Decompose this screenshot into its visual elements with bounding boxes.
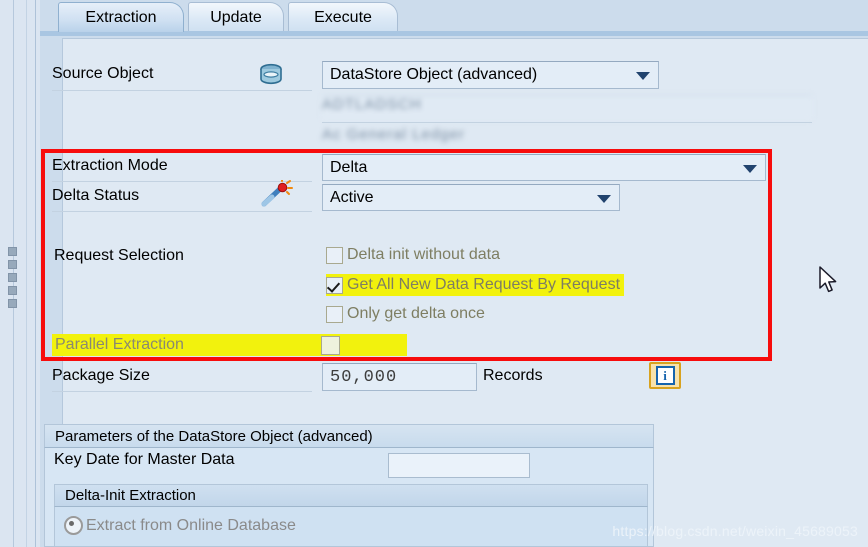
tab-update[interactable]: Update (188, 2, 284, 32)
chevron-down-icon (597, 194, 611, 203)
tab-update-label: Update (210, 8, 262, 26)
extract-from-online-database-label: Extract from Online Database (86, 516, 296, 534)
chevron-down-icon (743, 164, 757, 173)
source-object-type-dropdown[interactable]: DataStore Object (advanced) (322, 61, 659, 89)
source-object-type-value: DataStore Object (advanced) (330, 66, 538, 83)
splitter-dot (7, 273, 17, 282)
get-all-new-data-label: Get All New Data Request By Request (347, 276, 621, 293)
delta-status-rule (52, 211, 312, 212)
package-size-rule (52, 391, 312, 392)
parallel-extraction-label: Parallel Extraction (55, 336, 184, 353)
left-gutter (0, 0, 40, 547)
delta-init-section-header: Delta-Init Extraction (54, 484, 648, 507)
splitter-dot (7, 299, 17, 308)
package-size-value: 50,000 (330, 367, 398, 387)
chevron-down-icon (636, 72, 650, 80)
source-object-label: Source Object (52, 65, 154, 82)
extraction-mode-dropdown[interactable]: Delta (322, 154, 766, 181)
package-size-input[interactable]: 50,000 (322, 363, 477, 391)
source-object-rule (52, 90, 312, 91)
delta-init-section-title: Delta-Init Extraction (65, 487, 196, 504)
only-get-delta-once-checkbox[interactable] (326, 305, 343, 323)
get-all-new-data-checkbox[interactable] (326, 276, 343, 294)
parameters-section-title: Parameters of the DataStore Object (adva… (55, 427, 373, 445)
splitter-dot (7, 247, 17, 256)
delta-status-label: Delta Status (52, 187, 140, 204)
tab-extraction-label: Extraction (85, 8, 157, 26)
splitter-dot (7, 286, 17, 295)
checkbox-row-only-get-delta-once[interactable]: Only get delta once (326, 305, 485, 323)
magic-wand-icon[interactable] (258, 180, 294, 208)
only-get-delta-once-label: Only get delta once (347, 305, 485, 322)
key-date-input[interactable] (388, 453, 530, 478)
parallel-extraction-checkbox[interactable] (321, 336, 340, 355)
info-icon[interactable]: i (649, 362, 681, 389)
extraction-mode-value: Delta (330, 158, 368, 176)
parameters-section-header: Parameters of the DataStore Object (adva… (44, 424, 654, 448)
package-size-label: Package Size (52, 367, 150, 384)
checkbox-row-delta-init-without-data[interactable]: Delta init without data (326, 246, 500, 264)
request-selection-label: Request Selection (54, 247, 184, 264)
sap-extraction-window: Execute Update Extraction Source Object … (0, 0, 868, 547)
tab-extraction[interactable]: Extraction (58, 2, 184, 32)
source-object-rule-2 (322, 122, 812, 123)
gutter-rule-3 (35, 0, 36, 547)
extract-from-online-database-radio[interactable] (64, 516, 83, 535)
splitter-handle[interactable] (6, 247, 18, 309)
delta-init-without-data-label: Delta init without data (347, 246, 500, 263)
checkbox-row-get-all-new-data[interactable]: Get All New Data Request By Request (326, 274, 625, 296)
tab-strip: Execute Update Extraction (40, 0, 868, 32)
splitter-dot (7, 260, 17, 269)
package-size-unit: Records (483, 367, 543, 384)
delta-status-value: Active (330, 188, 374, 206)
tab-execute-label: Execute (314, 8, 372, 26)
watermark: https://blog.csdn.net/weixin_45689053 (612, 523, 858, 539)
delta-status-dropdown[interactable]: Active (322, 184, 620, 211)
mouse-cursor (819, 266, 837, 293)
delta-init-without-data-checkbox[interactable] (326, 246, 343, 264)
database-icon (260, 63, 282, 85)
gutter-rule-2 (26, 0, 27, 547)
key-date-label: Key Date for Master Data (54, 451, 235, 468)
source-object-description-text: Ac General Ledger (322, 126, 465, 143)
radio-row-extract-online-db[interactable]: Extract from Online Database (64, 516, 296, 535)
tab-execute[interactable]: Execute (288, 2, 398, 32)
source-object-technical-name-text: ADTLADSCH (322, 96, 422, 113)
info-glyph: i (655, 366, 675, 385)
source-object-description: Ac General Ledger (322, 126, 622, 150)
source-object-technical-name[interactable]: ADTLADSCH (322, 95, 812, 120)
extraction-mode-label: Extraction Mode (52, 157, 168, 174)
